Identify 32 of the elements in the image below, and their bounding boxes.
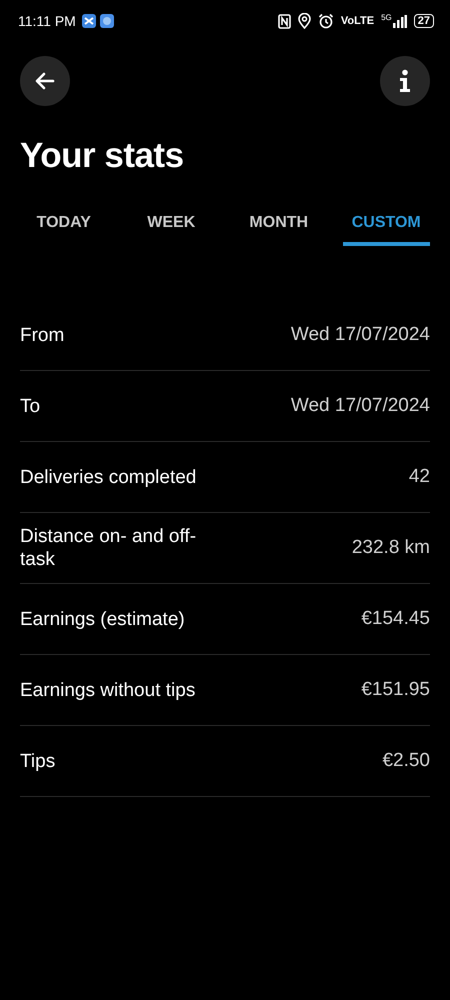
stat-value: Wed 17/07/2024 — [290, 395, 430, 417]
info-button[interactable] — [380, 56, 430, 106]
stat-value: Wed 17/07/2024 — [290, 324, 430, 346]
period-tab[interactable]: MONTH — [235, 206, 322, 246]
stat-label: Earnings without tips — [20, 678, 196, 702]
stat-label: To — [20, 394, 40, 418]
period-tab[interactable]: WEEK — [128, 206, 215, 246]
period-tab[interactable]: CUSTOM — [342, 206, 430, 246]
stat-value: 232.8 km — [352, 537, 430, 559]
location-icon — [298, 13, 311, 29]
stat-label: Deliveries completed — [20, 466, 196, 488]
nfc-icon — [278, 14, 291, 28]
stat-label: Earnings (estimate) — [20, 608, 185, 630]
network-label: VoLTE — [340, 15, 374, 27]
info-icon — [398, 69, 412, 93]
stat-value: €151.95 — [361, 679, 430, 701]
stat-label: From — [20, 324, 64, 346]
alarm-icon — [318, 13, 334, 29]
app-icon — [82, 14, 96, 28]
cellular-label: 5G — [381, 13, 392, 22]
battery-level: 27 — [414, 14, 434, 28]
stat-value: €2.50 — [382, 750, 430, 772]
page-title: Your stats — [20, 136, 185, 176]
period-tab[interactable]: TODAY — [20, 206, 108, 246]
stat-value: €154.45 — [361, 608, 430, 630]
signal-icon — [392, 14, 407, 28]
stat-value: 42 — [408, 466, 430, 488]
stat-label: Distance on- and off-task — [20, 525, 198, 571]
status-time: 11:11 PM — [18, 13, 76, 29]
stat-label: Tips — [20, 750, 56, 772]
app-icon — [100, 14, 114, 28]
back-button[interactable] — [20, 56, 70, 106]
